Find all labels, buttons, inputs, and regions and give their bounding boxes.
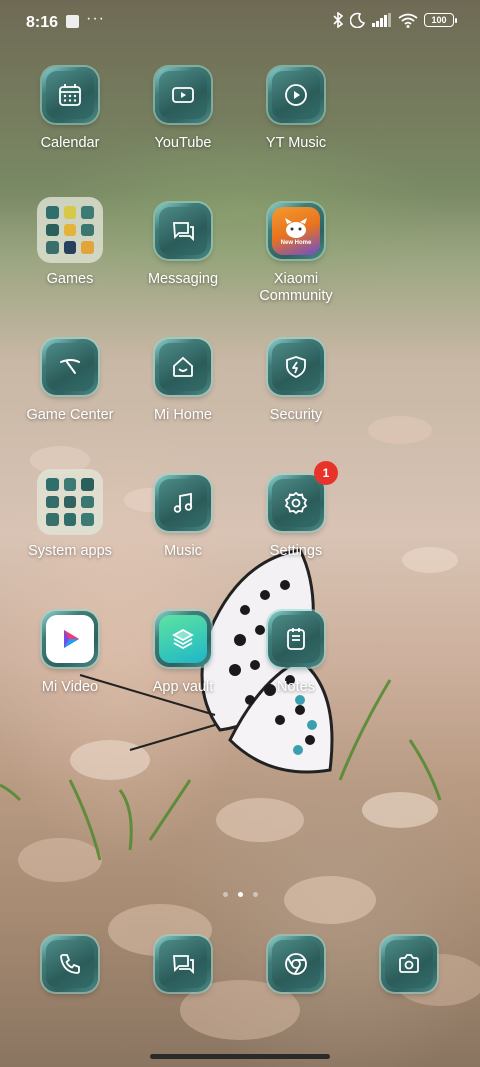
- security-shield-icon: [268, 339, 324, 395]
- youtube-icon: [155, 67, 211, 123]
- messaging-icon: [155, 936, 211, 992]
- chrome-icon: [268, 936, 324, 992]
- app-label: Settings: [269, 543, 323, 559]
- wifi-icon: [398, 13, 418, 28]
- app-security[interactable]: Security: [241, 339, 351, 424]
- app-game-center[interactable]: Game Center: [15, 339, 125, 424]
- bluetooth-icon: [333, 12, 344, 28]
- notification-icon: [66, 15, 79, 28]
- game-center-icon: [42, 339, 98, 395]
- settings-gear-icon: 1: [268, 461, 338, 531]
- camera-icon: [381, 936, 437, 992]
- dock-chrome[interactable]: [241, 936, 351, 992]
- page-indicator: [0, 892, 480, 897]
- app-label: Notes: [277, 679, 315, 695]
- app-label: YouTube: [154, 135, 212, 151]
- app-yt-music[interactable]: YT Music: [241, 67, 351, 152]
- battery-icon: 100: [424, 13, 457, 27]
- app-label: Xiaomi Community: [259, 271, 333, 304]
- notes-icon: [268, 611, 324, 667]
- app-calendar[interactable]: Calendar: [15, 67, 125, 152]
- app-label: Mi Video: [41, 679, 99, 695]
- app-mi-home[interactable]: Mi Home: [128, 339, 238, 424]
- app-app-vault[interactable]: App vault: [128, 611, 238, 696]
- app-label: Mi Home: [153, 407, 212, 423]
- app-label: Security: [269, 407, 323, 423]
- app-label: Games: [46, 271, 94, 287]
- notification-badge: 1: [314, 461, 338, 485]
- app-xiaomi-community[interactable]: New Home Xiaomi Community: [241, 203, 351, 305]
- system-apps-folder-icon: [37, 469, 103, 535]
- yt-music-icon: [268, 67, 324, 123]
- page-dot[interactable]: [252, 892, 258, 897]
- dock-camera[interactable]: [354, 936, 464, 992]
- clock: 8:16: [26, 14, 59, 31]
- app-youtube[interactable]: YouTube: [128, 67, 238, 152]
- app-music[interactable]: Music: [128, 475, 238, 560]
- music-note-icon: [155, 475, 211, 531]
- app-vault-icon: [155, 611, 211, 667]
- dock-messaging[interactable]: [128, 936, 238, 992]
- messaging-icon: [155, 203, 211, 259]
- phone-icon: [42, 936, 98, 992]
- xiaomi-community-icon: New Home: [268, 203, 324, 259]
- app-label: Calendar: [40, 135, 100, 151]
- app-messaging[interactable]: Messaging: [128, 203, 238, 288]
- do-not-disturb-moon-icon: [350, 12, 366, 28]
- app-mi-video[interactable]: Mi Video: [15, 611, 125, 696]
- new-home-tag: New Home: [280, 240, 312, 246]
- signal-icon: [372, 13, 391, 27]
- app-label: App vault: [152, 679, 214, 695]
- home-gesture-bar[interactable]: [150, 1054, 330, 1059]
- app-label: Game Center: [26, 407, 114, 423]
- folder-system-apps[interactable]: System apps: [15, 469, 125, 560]
- app-settings[interactable]: 1 Settings: [241, 461, 351, 560]
- app-label: YT Music: [265, 135, 327, 151]
- app-label: Messaging: [147, 271, 219, 287]
- page-dot-active[interactable]: [237, 892, 243, 897]
- more-notifications-icon: ···: [86, 10, 105, 27]
- page-dot[interactable]: [222, 892, 228, 897]
- mi-video-icon: [42, 611, 98, 667]
- status-bar: 8:16 ··· 100: [0, 0, 480, 46]
- mi-home-icon: [155, 339, 211, 395]
- app-label: System apps: [28, 543, 112, 559]
- games-folder-icon: [37, 197, 103, 263]
- app-notes[interactable]: Notes: [241, 611, 351, 696]
- folder-games[interactable]: Games: [15, 197, 125, 288]
- calendar-icon: [42, 67, 98, 123]
- app-label: Music: [164, 543, 202, 559]
- dock-phone[interactable]: [15, 936, 125, 992]
